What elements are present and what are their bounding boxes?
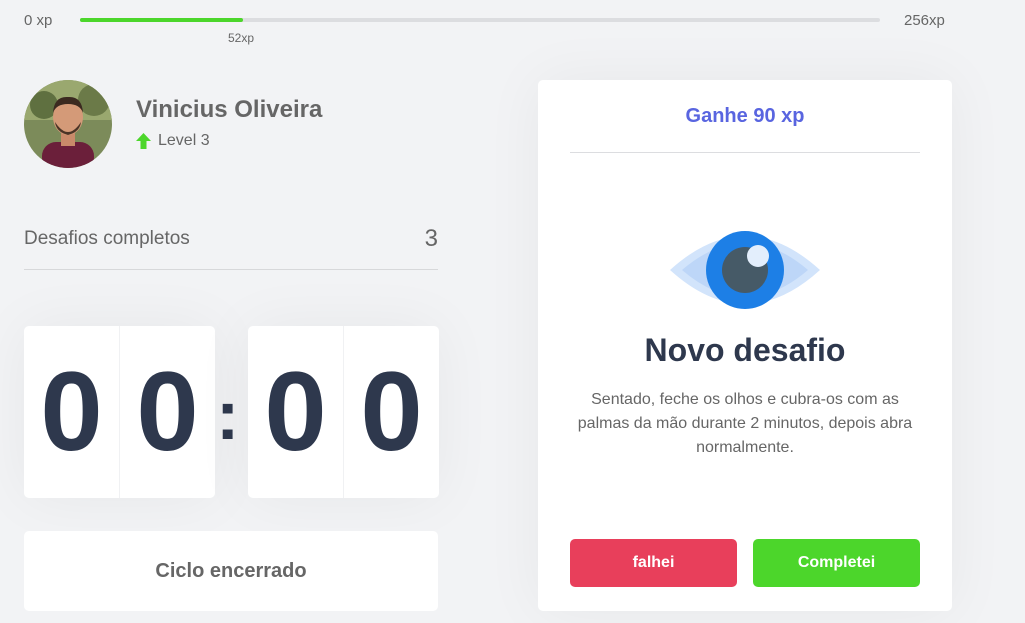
xp-max-label: 256xp	[904, 12, 945, 29]
countdown-seconds: 0 0	[248, 326, 439, 498]
level-label: Level 3	[158, 132, 210, 149]
arrow-up-icon	[136, 133, 151, 149]
avatar	[24, 80, 112, 168]
xp-progress-bar	[80, 18, 880, 22]
minute-digit-left: 0	[40, 349, 103, 474]
challenge-description: Sentado, feche os olhos e cubra-os com a…	[577, 391, 913, 456]
completed-challenges-label: Desafios completos	[24, 228, 190, 249]
fail-button[interactable]: falhei	[570, 539, 737, 587]
complete-button[interactable]: Completei	[753, 539, 920, 587]
user-level: Level 3	[136, 132, 210, 150]
completed-challenges: Desafios completos 3	[24, 225, 438, 270]
minute-digit-right: 0	[119, 326, 215, 498]
xp-progress-fill	[80, 18, 243, 22]
challenge-card: Ganhe 90 xp Novo desafio Sentado, feche …	[538, 80, 952, 611]
completed-challenges-count: 3	[424, 225, 438, 252]
challenge-title: Novo desafio	[644, 332, 846, 368]
avatar-photo	[24, 80, 112, 168]
cycle-finished-button[interactable]: Ciclo encerrado	[24, 531, 438, 611]
countdown-separator: :	[216, 376, 240, 454]
xp-current-label: 52xp	[228, 31, 255, 45]
user-name: Vinicius Oliveira	[136, 96, 323, 123]
challenge-reward: Ganhe 90 xp	[570, 80, 920, 153]
eye-icon	[670, 231, 820, 309]
second-digit-left: 0	[264, 349, 327, 474]
second-digit-right: 0	[343, 326, 439, 498]
countdown-minutes: 0 0	[24, 326, 215, 498]
xp-min-label: 0 xp	[24, 12, 53, 29]
